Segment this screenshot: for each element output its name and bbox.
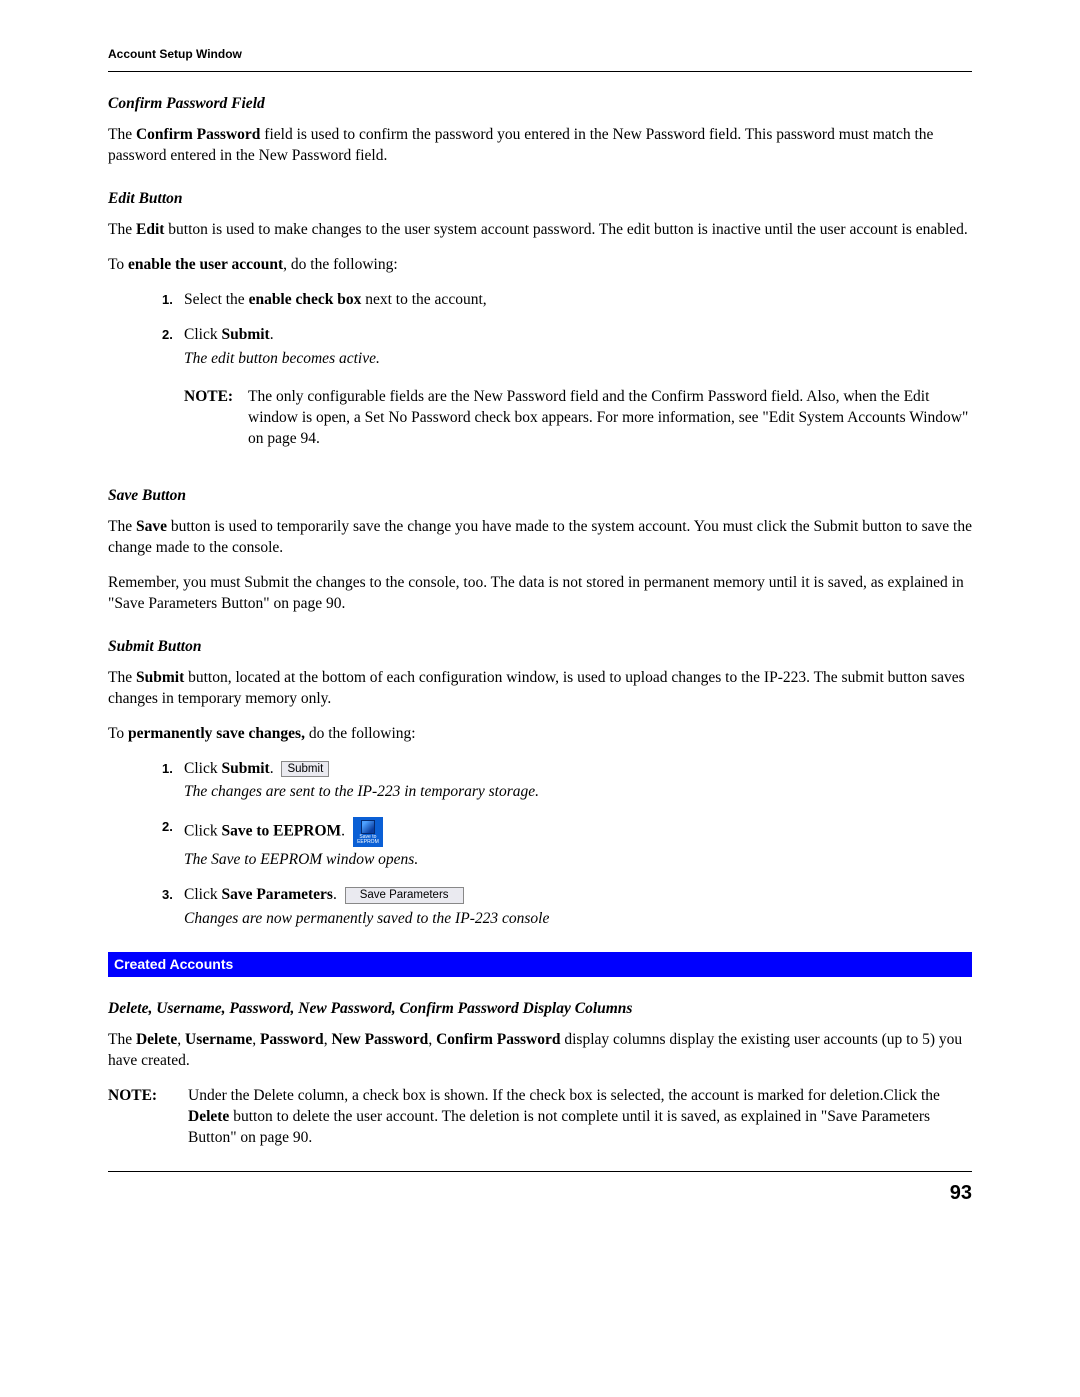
section-heading-submit-button: Submit Button: [108, 637, 972, 658]
section-heading-save-button: Save Button: [108, 486, 972, 507]
text: To: [108, 256, 128, 273]
text: The: [108, 518, 136, 535]
text: Select the: [184, 291, 249, 308]
text: Click: [184, 760, 221, 777]
text-bold: Confirm Password: [136, 126, 260, 143]
icon-label-bottom: EEPROM: [357, 840, 379, 845]
text: button, located at the bottom of each co…: [108, 669, 965, 707]
list-body: Click Save Parameters. Save Parameters C…: [184, 885, 972, 930]
ordered-list: 1. Select the enable check box next to t…: [162, 290, 972, 465]
list-number: 2.: [162, 325, 184, 344]
text: button is used to make changes to the us…: [164, 221, 967, 238]
save-parameters-button-image: Save Parameters: [345, 887, 464, 904]
text-bold: Delete: [188, 1108, 229, 1125]
text: ,: [177, 1031, 185, 1048]
italic-result: The changes are sent to the IP-223 in te…: [184, 782, 972, 803]
note-body: The only configurable fields are the New…: [248, 387, 972, 450]
list-item: 2. Click Submit. The edit button becomes…: [162, 325, 972, 465]
paragraph: Remember, you must Submit the changes to…: [108, 573, 972, 615]
italic-result: Changes are now permanently saved to the…: [184, 909, 972, 930]
text: ,: [252, 1031, 260, 1048]
save-to-eeprom-icon: Save toEEPROM: [353, 817, 383, 847]
text: .: [341, 823, 349, 840]
text: The: [108, 669, 136, 686]
text-bold: Submit: [221, 760, 269, 777]
text-bold: Confirm Password: [436, 1031, 560, 1048]
text-bold: Password: [260, 1031, 324, 1048]
section-heading-display-columns: Delete, Username, Password, New Password…: [108, 999, 972, 1020]
text: , do the following:: [283, 256, 398, 273]
text: .: [333, 886, 341, 903]
list-number: 3.: [162, 885, 184, 904]
list-body: Click Submit. Submit The changes are sen…: [184, 759, 972, 804]
note-block: NOTE: The only configurable fields are t…: [184, 387, 972, 450]
paragraph: The Submit button, located at the bottom…: [108, 668, 972, 710]
header-title: Account Setup Window: [108, 46, 972, 68]
text: To: [108, 725, 128, 742]
text: .: [270, 760, 278, 777]
paragraph: The Delete, Username, Password, New Pass…: [108, 1030, 972, 1072]
text-bold: Submit: [136, 669, 184, 686]
note-label: NOTE:: [108, 1086, 188, 1107]
text-bold: Save Parameters: [221, 886, 332, 903]
text: The: [108, 221, 136, 238]
text: Under the Delete column, a check box is …: [188, 1087, 940, 1104]
text: The: [108, 1031, 136, 1048]
text: .: [270, 326, 274, 343]
page-header: Account Setup Window: [108, 46, 972, 72]
document-page: Account Setup Window Confirm Password Fi…: [0, 0, 1080, 1247]
text-bold: Delete: [136, 1031, 177, 1048]
section-heading-edit-button: Edit Button: [108, 189, 972, 210]
list-item: 1. Click Submit. Submit The changes are …: [162, 759, 972, 804]
text: The: [108, 126, 136, 143]
note-body: Under the Delete column, a check box is …: [188, 1086, 972, 1149]
chip-icon: [361, 820, 375, 834]
list-body: Click Submit. The edit button becomes ac…: [184, 325, 972, 465]
header-rule: [108, 71, 972, 72]
ordered-list: 1. Click Submit. Submit The changes are …: [162, 759, 972, 931]
text: button to delete the user account. The d…: [188, 1108, 930, 1146]
text-bold: enable the user account: [128, 256, 283, 273]
section-heading-confirm-password: Confirm Password Field: [108, 94, 972, 115]
submit-button-image: Submit: [281, 761, 329, 778]
text-bold: enable check box: [249, 291, 362, 308]
paragraph: The Confirm Password field is used to co…: [108, 125, 972, 167]
text: do the following:: [305, 725, 416, 742]
paragraph: To permanently save changes, do the foll…: [108, 724, 972, 745]
text: Click: [184, 326, 221, 343]
list-item: 2. Click Save to EEPROM. Save toEEPROM T…: [162, 817, 972, 871]
note-label: NOTE:: [184, 387, 248, 408]
text-bold: Submit: [221, 326, 269, 343]
page-number: 93: [108, 1180, 972, 1207]
paragraph: The Edit button is used to make changes …: [108, 220, 972, 241]
text-bold: Save to EEPROM: [221, 823, 341, 840]
text-bold: Edit: [136, 221, 164, 238]
text: ,: [428, 1031, 436, 1048]
paragraph: The Save button is used to temporarily s…: [108, 517, 972, 559]
text: Click: [184, 886, 221, 903]
text-bold: permanently save changes,: [128, 725, 305, 742]
text-bold: Save: [136, 518, 167, 535]
list-item: 3. Click Save Parameters. Save Parameter…: [162, 885, 972, 930]
list-number: 2.: [162, 817, 184, 836]
italic-result: The Save to EEPROM window opens.: [184, 850, 972, 871]
section-banner-created-accounts: Created Accounts: [108, 952, 972, 977]
list-item: 1. Select the enable check box next to t…: [162, 290, 972, 311]
italic-result: The edit button becomes active.: [184, 349, 972, 370]
text: next to the account,: [361, 291, 486, 308]
footer-rule: [108, 1171, 972, 1172]
list-body: Click Save to EEPROM. Save toEEPROM The …: [184, 817, 972, 871]
text: button is used to temporarily save the c…: [108, 518, 972, 556]
text-bold: Username: [185, 1031, 252, 1048]
paragraph: To enable the user account, do the follo…: [108, 255, 972, 276]
list-number: 1.: [162, 759, 184, 778]
list-body: Select the enable check box next to the …: [184, 290, 972, 311]
note-block: NOTE: Under the Delete column, a check b…: [108, 1086, 972, 1149]
list-number: 1.: [162, 290, 184, 309]
text: Click: [184, 823, 221, 840]
text-bold: New Password: [331, 1031, 428, 1048]
